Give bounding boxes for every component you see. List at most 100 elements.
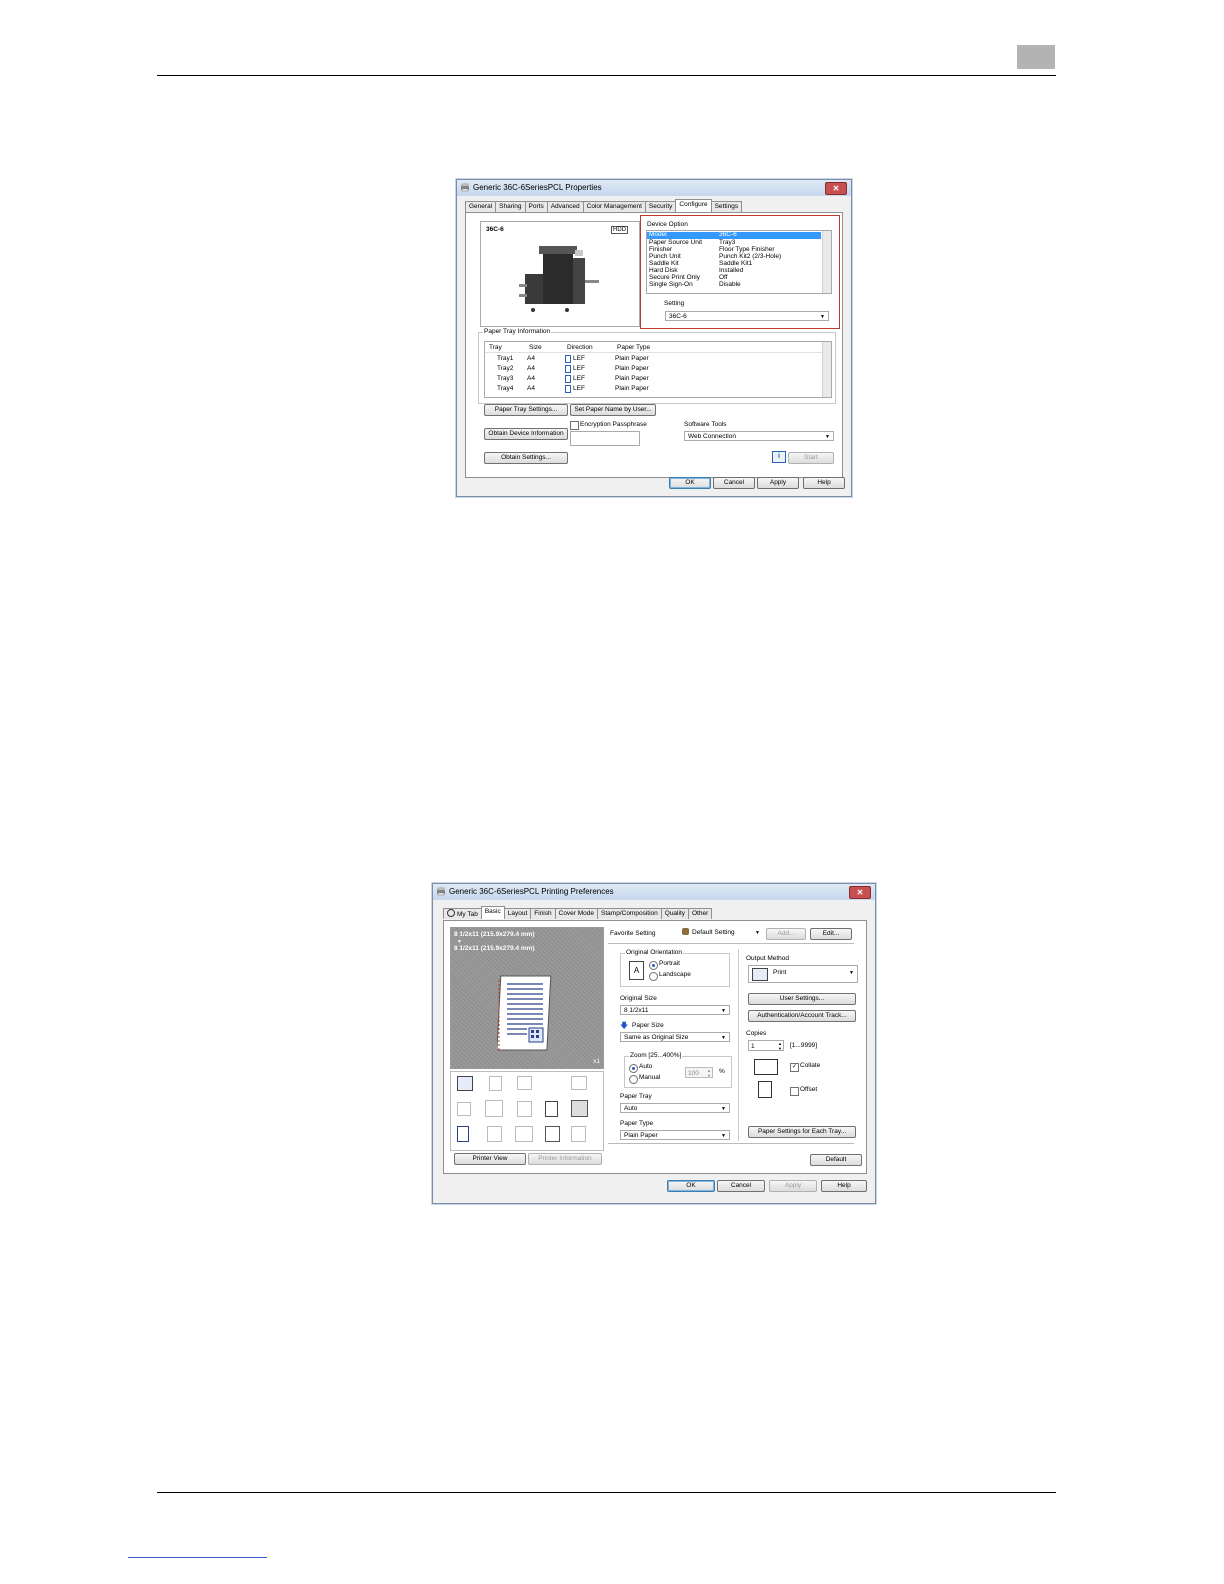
start-button[interactable]: Start [788,452,834,464]
device-option-value: Tray3 [719,239,736,246]
paper-tray-dropdown[interactable]: Auto ▼ [620,1103,730,1113]
watermark-icon[interactable] [545,1126,560,1142]
encryption-passphrase-label: Encryption Passphrase [580,421,647,428]
poster-icon[interactable] [517,1101,532,1117]
close-button[interactable]: ✕ [849,886,871,899]
tab-other[interactable]: Other [688,908,713,919]
apply-button[interactable]: Apply [757,477,799,489]
cancel-button[interactable]: Cancel [717,1180,765,1192]
original-size-dropdown[interactable]: 8 1/2x11 ▼ [620,1005,730,1015]
tab-cover-mode[interactable]: Cover Mode [554,908,599,919]
favorite-setting-dropdown[interactable]: Default Setting ▼ [682,928,762,938]
collate-checkbox[interactable]: ✓ [790,1063,799,1072]
device-option-name: Paper Source Unit [649,239,703,246]
printer-information-button[interactable]: Printer Information [528,1153,602,1165]
tab-settings[interactable]: Settings [710,201,743,212]
zoom-doc-icon[interactable] [571,1076,587,1090]
output-method-dropdown[interactable]: Print ▼ [748,965,858,983]
tab-stamp-composition[interactable]: Stamp/Composition [597,908,662,919]
offset-label: Offset [800,1086,818,1093]
duplex-icon[interactable] [457,1102,471,1116]
color-mode-icon[interactable] [457,1126,469,1142]
help-button[interactable]: Help [803,477,845,489]
setting-dropdown[interactable]: 36C-6 ▼ [665,311,829,321]
dialog-title: Generic 36C-6SeriesPCL Properties [473,183,602,192]
output-tray-icon[interactable] [457,1076,473,1091]
paper-type-dropdown[interactable]: Plain Paper ▼ [620,1130,730,1140]
tab-strip: General Sharing Ports Advanced Color Man… [465,199,743,212]
device-option-name: Finisher [649,246,673,253]
n-up-icon[interactable] [517,1076,532,1090]
paper-settings-each-tray-button[interactable]: Paper Settings for Each Tray... [748,1126,856,1138]
function-icons-panel [450,1071,604,1151]
set-paper-name-button[interactable]: Set Paper Name by User... [570,404,656,416]
paper-tray-settings-button[interactable]: Paper Tray Settings... [484,404,568,416]
tab-configure[interactable]: Configure [675,199,712,212]
overlay-icon[interactable] [515,1126,533,1142]
paper-size-label: Paper Size [632,1022,664,1029]
tab-ports[interactable]: Ports [524,201,548,212]
tray-paper-type: Plain Paper [615,365,649,372]
tray-name: Tray4 [497,385,514,392]
fold-icon[interactable] [487,1126,502,1142]
cancel-button[interactable]: Cancel [713,477,755,489]
edit-button[interactable]: Edit... [810,928,852,940]
printer-icon [437,887,445,896]
combination-icon[interactable] [489,1076,502,1091]
col-tray: Tray [489,344,502,351]
tab-security[interactable]: Security [644,201,677,212]
chevron-down-icon: ▼ [721,1106,726,1112]
tray-size: A4 [527,365,535,372]
landscape-radio[interactable] [649,972,658,981]
device-option-row-selected[interactable]: Model 36C-6 [647,231,821,239]
tab-finish[interactable]: Finish [530,908,556,919]
zoom-stepper[interactable]: 100 ▲ ▼ [685,1067,713,1078]
obtain-device-info-button[interactable]: Obtain Device Information [484,428,568,440]
tab-quality[interactable]: Quality [660,908,689,919]
portrait-radio[interactable] [649,961,658,970]
document-preview-icon [497,975,552,1051]
obtain-settings-button[interactable]: Obtain Settings... [484,452,568,464]
device-option-name: Hard Disk [649,267,678,274]
tray-size: A4 [527,355,535,362]
default-button[interactable]: Default [810,1154,862,1166]
tray-table-scrollbar[interactable] [822,342,831,397]
close-button[interactable]: ✕ [825,182,847,195]
printer-view-button[interactable]: Printer View [454,1153,526,1165]
offset-checkbox[interactable] [790,1087,799,1096]
paper-size-dropdown[interactable]: Same as Original Size ▼ [620,1032,730,1042]
help-button[interactable]: Help [821,1180,867,1192]
tab-advanced[interactable]: Advanced [546,201,584,212]
tab-my-tab[interactable]: My Tab [443,908,482,919]
authentication-account-track-button[interactable]: Authentication/Account Track... [748,1010,856,1022]
original-size-label: Original Size [620,995,657,1002]
booklet-icon[interactable] [485,1100,503,1117]
tab-basic[interactable]: Basic [480,906,505,919]
add-button[interactable]: Add... [766,928,806,940]
ok-button[interactable]: OK [667,1180,715,1192]
encryption-passphrase-checkbox[interactable] [570,421,579,430]
zoom-label: Zoom [25...400%] [629,1052,683,1059]
zoom-auto-radio[interactable] [629,1064,638,1073]
tab-general[interactable]: General [465,201,497,212]
tab-layout[interactable]: Layout [503,908,532,919]
user-settings-button[interactable]: User Settings... [748,993,856,1005]
tab-content: 36C-6 HDD Device Option Model 36C-6 Pape… [465,212,843,478]
punch-icon[interactable] [571,1100,588,1117]
chevron-down-icon: ▼ [721,1035,726,1041]
software-tools-dropdown[interactable]: Web Connection ▼ [684,431,834,441]
copies-range: [1...9999] [790,1042,818,1049]
footer-rule [157,1492,1056,1493]
encryption-passphrase-input[interactable] [570,431,640,446]
staple-icon[interactable] [545,1101,558,1117]
zoom-manual-radio[interactable] [629,1075,638,1084]
header-footer-icon[interactable] [571,1126,586,1142]
device-option-list[interactable]: Model 36C-6 Paper Source Unit Tray3 Finis… [646,230,832,294]
favorite-divider [608,943,854,944]
apply-button[interactable]: Apply [769,1180,817,1192]
tab-color-management[interactable]: Color Management [582,201,646,212]
copies-stepper[interactable]: 1 ▲ ▼ [748,1040,784,1051]
ok-button[interactable]: OK [669,477,711,489]
tab-sharing[interactable]: Sharing [495,201,526,212]
device-option-scrollbar[interactable] [822,231,831,293]
